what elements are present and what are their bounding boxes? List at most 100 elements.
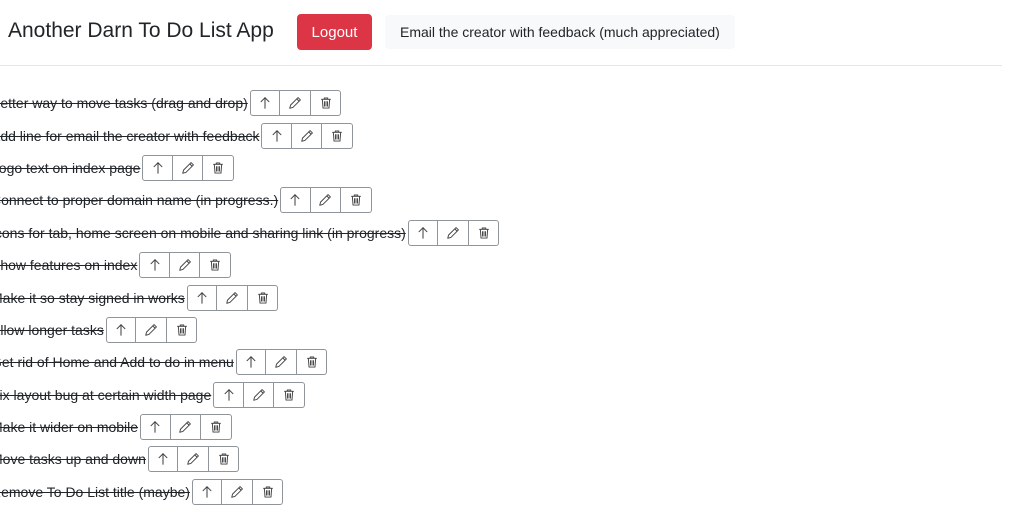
- move-up-button[interactable]: [191, 478, 223, 505]
- arrow-up-icon: [418, 226, 428, 239]
- trash-icon: [351, 194, 361, 206]
- pencil-icon: [231, 485, 244, 498]
- task-item: Make it wider on mobile: [0, 411, 499, 443]
- delete-button[interactable]: [274, 381, 305, 408]
- task-actions: [186, 284, 279, 311]
- pencil-icon: [289, 97, 301, 109]
- edit-button[interactable]: [222, 478, 253, 505]
- delete-button[interactable]: [341, 187, 372, 214]
- delete-button[interactable]: [200, 252, 231, 279]
- task-text: Remove To Do List title (maybe): [0, 483, 190, 500]
- edit-button[interactable]: [310, 187, 342, 214]
- trash-icon: [262, 486, 273, 498]
- arrow-up-icon: [290, 194, 300, 207]
- delete-button[interactable]: [203, 154, 234, 181]
- arrow-up-icon: [197, 291, 207, 304]
- pencil-icon: [179, 421, 192, 433]
- delete-button[interactable]: [252, 478, 284, 505]
- task-actions: [139, 252, 231, 279]
- arrow-up-icon: [224, 388, 233, 401]
- arrow-up-icon: [150, 259, 160, 271]
- task-list: Better way to move tasks (drag and drop)…: [0, 87, 500, 508]
- task-actions: [140, 414, 232, 441]
- task-text: Move tasks up and down: [0, 451, 146, 468]
- pencil-icon: [145, 324, 157, 336]
- trash-icon: [210, 259, 220, 271]
- app-title[interactable]: Another Darn To Do List App: [8, 19, 274, 43]
- delete-button[interactable]: [296, 349, 328, 376]
- trash-icon: [176, 324, 187, 336]
- task-item: Make it so stay signed in works: [0, 281, 499, 313]
- trash-icon: [332, 130, 343, 142]
- move-up-button[interactable]: [142, 154, 173, 181]
- edit-button[interactable]: [178, 446, 209, 473]
- move-up-button[interactable]: [261, 122, 292, 149]
- move-up-button[interactable]: [280, 187, 311, 214]
- task-item: Get rid of Home and Add to do in menu: [0, 346, 499, 378]
- task-text: Better way to move tasks (drag and drop): [0, 95, 248, 112]
- task-text: Connect to proper domain name (in progre…: [0, 192, 279, 209]
- move-up-button[interactable]: [147, 446, 179, 473]
- task-text: Allow longer tasks: [0, 321, 104, 338]
- move-up-button[interactable]: [186, 284, 218, 311]
- trash-icon: [284, 389, 294, 401]
- trash-icon: [320, 97, 331, 109]
- task-item: Move tasks up and down: [0, 443, 499, 475]
- delete-button[interactable]: [201, 414, 232, 441]
- email-feedback-button[interactable]: Email the creator with feedback (much ap…: [385, 15, 735, 49]
- arrow-up-icon: [158, 453, 168, 466]
- arrow-up-icon: [246, 356, 256, 369]
- arrow-up-icon: [202, 486, 212, 498]
- edit-button[interactable]: [243, 381, 275, 408]
- move-up-button[interactable]: [139, 252, 170, 279]
- pencil-icon: [275, 356, 287, 369]
- task-item: Add line for email the creator with feed…: [0, 119, 499, 151]
- task-item: Allow longer tasks: [0, 314, 499, 346]
- delete-button[interactable]: [468, 219, 500, 246]
- edit-button[interactable]: [280, 90, 311, 117]
- arrow-up-icon: [150, 421, 160, 433]
- pencil-icon: [226, 291, 238, 304]
- delete-button[interactable]: [310, 90, 342, 117]
- task-actions: [213, 381, 305, 408]
- delete-button[interactable]: [322, 122, 353, 149]
- task-actions: [280, 187, 372, 214]
- edit-button[interactable]: [217, 284, 248, 311]
- arrow-up-icon: [116, 324, 126, 336]
- move-up-button[interactable]: [407, 219, 439, 246]
- pencil-icon: [187, 453, 200, 466]
- task-actions: [191, 478, 284, 505]
- trash-icon: [211, 421, 221, 433]
- pencil-icon: [447, 226, 459, 239]
- edit-button[interactable]: [266, 349, 297, 376]
- task-text: Get rid of Home and Add to do in menu: [0, 354, 234, 371]
- edit-button[interactable]: [438, 219, 469, 246]
- edit-button[interactable]: [170, 414, 202, 441]
- move-up-button[interactable]: [213, 381, 244, 408]
- move-up-button[interactable]: [140, 414, 171, 441]
- move-up-button[interactable]: [235, 349, 267, 376]
- arrow-up-icon: [272, 129, 282, 142]
- edit-button[interactable]: [172, 154, 204, 181]
- task-text: Show features on index: [0, 257, 138, 274]
- delete-button[interactable]: [247, 284, 279, 311]
- task-item: Fix layout bug at certain width page: [0, 379, 499, 411]
- pencil-icon: [181, 162, 194, 174]
- edit-button[interactable]: [136, 316, 167, 343]
- delete-button[interactable]: [166, 316, 198, 343]
- arrow-up-icon: [260, 97, 270, 109]
- edit-button[interactable]: [291, 122, 323, 149]
- arrow-up-icon: [153, 162, 163, 174]
- task-item: Better way to move tasks (drag and drop): [0, 87, 499, 119]
- edit-button[interactable]: [169, 252, 201, 279]
- task-actions: [407, 219, 500, 246]
- task-item: Connect to proper domain name (in progre…: [0, 184, 499, 216]
- move-up-button[interactable]: [105, 316, 137, 343]
- task-text: Add line for email the creator with feed…: [0, 127, 260, 144]
- task-actions: [261, 122, 353, 149]
- task-actions: [235, 349, 328, 376]
- move-up-button[interactable]: [249, 90, 281, 117]
- delete-button[interactable]: [208, 446, 240, 473]
- task-item: Show features on index: [0, 249, 499, 281]
- logout-button[interactable]: Logout: [297, 14, 372, 50]
